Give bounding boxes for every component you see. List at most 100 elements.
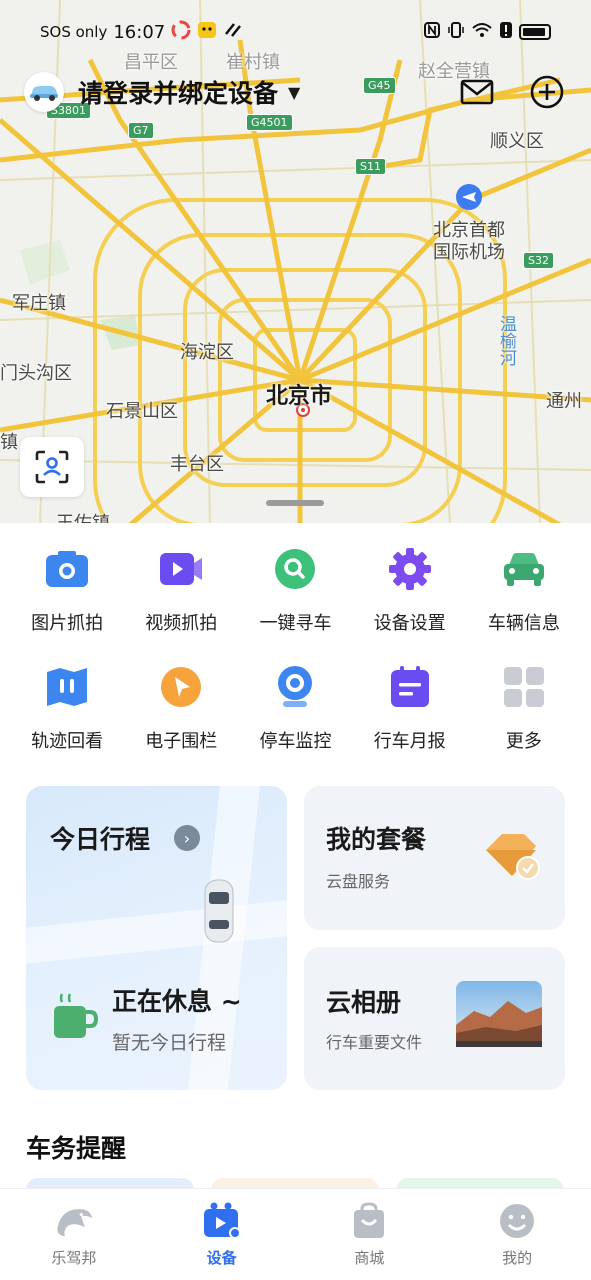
clock: 16:07 xyxy=(113,21,166,43)
road-badge-s11: S11 xyxy=(355,158,386,175)
tab-lejiabang[interactable]: 乐驾邦 xyxy=(0,1189,148,1280)
function-geo-fence[interactable]: 电子围栏 xyxy=(124,663,238,753)
map-label-mentougou: 门头沟区 xyxy=(0,363,72,384)
car-top-icon xyxy=(204,879,234,943)
function-grid: 图片抓拍 视频抓拍 一键寻车 设备设置 车辆信息 轨迹回看 电子围栏 停车监控 … xyxy=(10,545,581,753)
link-notification-icon xyxy=(223,20,243,45)
function-sheet: 图片抓拍 视频抓拍 一键寻车 设备设置 车辆信息 轨迹回看 电子围栏 停车监控 … xyxy=(0,523,591,1198)
map-label-beijing: 北京市 xyxy=(266,384,333,409)
fence-icon xyxy=(157,663,205,711)
function-label: 行车月报 xyxy=(373,731,446,752)
today-trip-card[interactable]: 今日行程 › 正在休息 ~ 暂无今日行程 xyxy=(26,786,287,1090)
function-photo-capture[interactable]: 图片抓拍 xyxy=(10,545,124,635)
trip-sub-text: 暂无今日行程 xyxy=(112,1032,227,1054)
shopping-bag-icon xyxy=(349,1201,389,1241)
function-label: 轨迹回看 xyxy=(31,731,104,752)
device-avatar[interactable] xyxy=(24,72,64,112)
map-label-fengtai: 丰台区 xyxy=(170,454,224,475)
plan-card-sub: 云盘服务 xyxy=(326,872,391,891)
map-label-shunyi: 顺义区 xyxy=(490,131,544,152)
road-badge-s32: S32 xyxy=(523,252,554,269)
map-label-junzhuang: 军庄镇 xyxy=(12,293,66,314)
car-icon xyxy=(500,545,548,593)
wifi-icon xyxy=(471,21,493,43)
nfc-icon xyxy=(423,21,441,43)
road-badge-g4501: G4501 xyxy=(246,114,293,131)
function-label: 更多 xyxy=(505,731,542,752)
chevron-right-icon: › xyxy=(174,825,200,851)
album-card-sub: 行车重要文件 xyxy=(326,1033,423,1052)
gear-icon xyxy=(386,545,434,593)
my-plan-card[interactable]: 我的套餐 云盘服务 xyxy=(304,786,565,930)
map-icon xyxy=(43,663,91,711)
top-header: 请登录并绑定设备 ▼ xyxy=(24,68,567,116)
album-card-title: 云相册 xyxy=(326,988,402,1017)
tab-label: 商城 xyxy=(354,1249,385,1267)
search-icon xyxy=(271,545,319,593)
sheet-drag-handle[interactable] xyxy=(266,500,324,506)
bottom-tab-bar: 乐驾邦 设备 商城 我的 xyxy=(0,1188,591,1280)
function-vehicle-info[interactable]: 车辆信息 xyxy=(467,545,581,635)
function-label: 视频抓拍 xyxy=(145,613,218,634)
scan-button[interactable] xyxy=(20,437,84,497)
cloud-album-card[interactable]: 云相册 行车重要文件 xyxy=(304,947,565,1090)
map-label-haidian: 海淀区 xyxy=(180,342,234,363)
parking-camera-icon xyxy=(271,663,319,711)
vibrate-icon xyxy=(447,21,465,43)
map-label-airport-2: 国际机场 xyxy=(433,242,505,263)
function-track-replay[interactable]: 轨迹回看 xyxy=(10,663,124,753)
map-label-shijingshan: 石景山区 xyxy=(106,401,178,422)
function-monthly-report[interactable]: 行车月报 xyxy=(353,663,467,753)
more-grid-icon xyxy=(500,663,548,711)
dolphin-icon xyxy=(54,1201,94,1241)
trip-status-text: 正在休息 ~ xyxy=(112,987,242,1016)
caret-down-icon[interactable]: ▼ xyxy=(288,83,300,102)
gem-badge-icon xyxy=(486,834,540,880)
tab-mall[interactable]: 商城 xyxy=(296,1189,444,1280)
vehicle-reminder-title: 车务提醒 xyxy=(26,1134,127,1163)
smiley-icon xyxy=(497,1201,537,1241)
tab-label: 我的 xyxy=(502,1249,533,1267)
tab-device[interactable]: 设备 xyxy=(148,1189,296,1280)
function-label: 设备设置 xyxy=(373,613,446,634)
road-stripe xyxy=(26,900,287,964)
device-page: 昌平区 崔村镇 赵全营镇 顺义区 北京首都 国际机场 军庄镇 海淀区 门头沟区 … xyxy=(0,0,591,1280)
function-more[interactable]: 更多 xyxy=(467,663,581,753)
add-device-button[interactable] xyxy=(527,72,567,112)
trip-card-title: 今日行程 xyxy=(50,825,151,854)
emoji-notification-icon xyxy=(197,20,217,45)
function-find-car[interactable]: 一键寻车 xyxy=(238,545,352,635)
road-badge-g7: G7 xyxy=(128,122,154,139)
message-button[interactable] xyxy=(457,72,497,112)
coffee-cup-icon xyxy=(54,993,98,1038)
login-bind-title[interactable]: 请登录并绑定设备 xyxy=(78,74,278,110)
scan-user-icon xyxy=(35,450,69,484)
device-icon xyxy=(202,1201,242,1241)
map-label-edge-zhen: 镇 xyxy=(0,432,18,453)
function-video-capture[interactable]: 视频抓拍 xyxy=(124,545,238,635)
status-bar: SOS only 16:07 xyxy=(0,0,591,64)
landscape-thumbnail xyxy=(456,981,542,1047)
function-label: 停车监控 xyxy=(259,731,332,752)
plan-card-title: 我的套餐 xyxy=(326,825,427,854)
plus-circle-icon xyxy=(530,75,564,109)
function-device-settings[interactable]: 设备设置 xyxy=(353,545,467,635)
function-label: 一键寻车 xyxy=(259,613,332,634)
video-icon xyxy=(157,545,205,593)
tab-label: 乐驾邦 xyxy=(51,1249,97,1267)
map-label-wenyu-river: 温榆河 xyxy=(496,315,516,366)
mail-icon xyxy=(460,79,494,105)
function-parking-monitor[interactable]: 停车监控 xyxy=(238,663,352,753)
report-icon xyxy=(386,663,434,711)
carrier-text: SOS only xyxy=(40,23,108,41)
function-label: 图片抓拍 xyxy=(31,613,104,634)
tab-mine[interactable]: 我的 xyxy=(443,1189,591,1280)
function-label: 电子围栏 xyxy=(145,731,218,752)
app-notification-icon xyxy=(171,20,191,45)
car-avatar-icon xyxy=(30,86,58,101)
tab-label: 设备 xyxy=(206,1249,237,1267)
map-label-tongzhou: 通州 xyxy=(546,391,582,412)
alert-icon xyxy=(499,21,513,43)
battery-icon xyxy=(519,24,551,40)
function-label: 车辆信息 xyxy=(487,613,560,634)
